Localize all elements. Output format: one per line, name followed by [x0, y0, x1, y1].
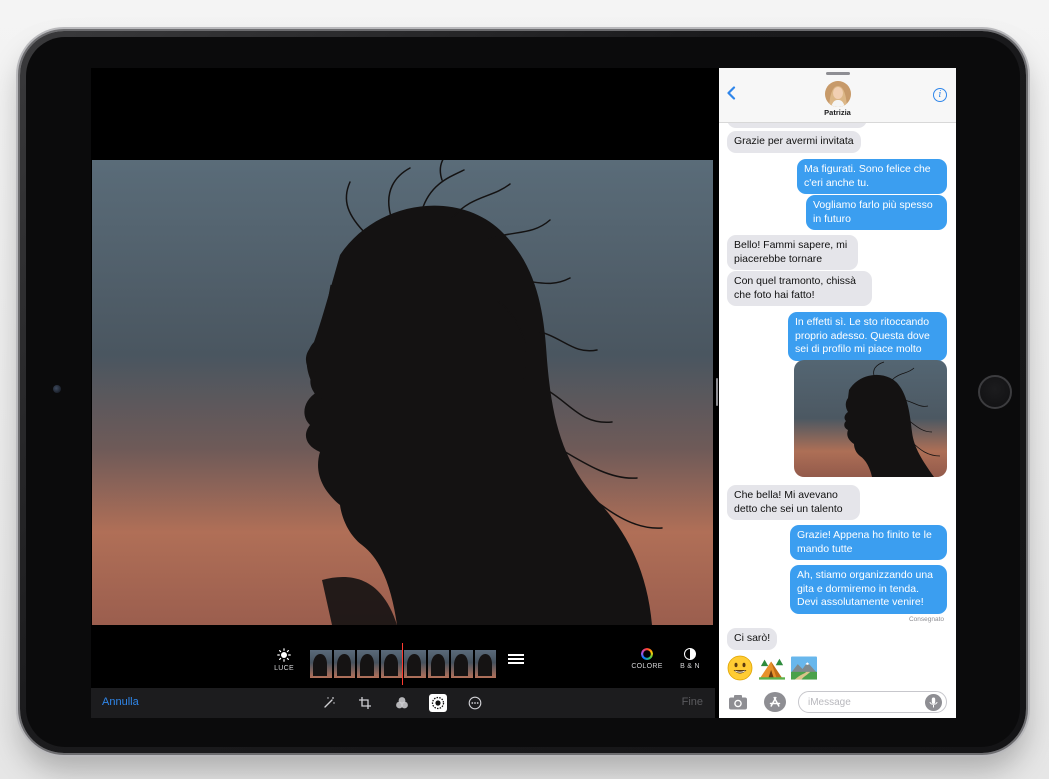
ipad-screen: LUCE COLORE B & N Annulla Fine Patrizia … [91, 68, 956, 718]
bw-label: B & N [680, 663, 700, 670]
message-bubble-received[interactable]: Grazie per avermi invitata [727, 131, 861, 153]
conversation-header: Patrizia i [719, 68, 956, 123]
message-bubble-sent[interactable]: In effetti sì. Le sto ritoccando proprio… [788, 312, 947, 361]
half-circle-icon [684, 648, 696, 660]
color-wheel-icon [641, 648, 653, 660]
filmstrip-frame [310, 650, 332, 678]
adjust-dial-icon[interactable] [429, 694, 447, 712]
back-chevron-icon[interactable] [726, 86, 736, 105]
sun-icon [269, 648, 299, 665]
camera-icon[interactable] [728, 694, 748, 710]
color-tool[interactable]: COLORE [631, 648, 663, 670]
contact-name[interactable]: Patrizia [719, 108, 956, 117]
sticker-row [727, 655, 817, 681]
message-bubble-received[interactable]: Con quel tramonto, chissà che foto hai f… [727, 271, 872, 306]
auto-enhance-wand-icon[interactable] [320, 694, 338, 712]
more-options-icon[interactable] [466, 694, 484, 712]
messages-app: Patrizia i Grazie per avermi invitata Ma… [719, 68, 956, 718]
edit-bottom-bar: Annulla Fine [91, 688, 715, 718]
grinning-face-emoji-icon[interactable] [727, 655, 753, 681]
black-white-tool[interactable]: B & N [677, 648, 703, 670]
national-park-emoji-icon[interactable] [791, 655, 817, 681]
adjust-filmstrip[interactable] [310, 650, 496, 678]
filmstrip-frame [427, 650, 449, 678]
microphone-icon[interactable] [925, 694, 942, 711]
message-bubble-received[interactable]: Che bella! Mi avevano detto che sei un t… [727, 485, 860, 520]
home-button[interactable] [978, 375, 1012, 409]
cancel-button[interactable]: Annulla [102, 696, 139, 708]
message-bubble-sent[interactable]: Grazie! Appena ho finito te le mando tut… [790, 525, 947, 560]
camping-tent-emoji-icon[interactable] [759, 655, 785, 681]
done-button[interactable]: Fine [682, 696, 703, 708]
filmstrip-frame [451, 650, 473, 678]
filmstrip-playhead[interactable] [402, 643, 403, 685]
message-bubble-received[interactable]: Ci sarò! [727, 628, 778, 650]
filters-icon[interactable] [393, 694, 411, 712]
light-tool[interactable]: LUCE [269, 648, 299, 672]
contact-avatar[interactable] [825, 81, 851, 107]
filmstrip-frame [474, 650, 496, 678]
sent-photo-attachment[interactable] [794, 360, 947, 477]
message-bubble-sent[interactable]: Vogliamo farlo più spesso in futuro [806, 195, 947, 230]
filmstrip-frame [333, 650, 355, 678]
list-icon[interactable] [508, 654, 524, 666]
photos-app: LUCE COLORE B & N Annulla Fine [91, 68, 715, 718]
divider-handle[interactable] [716, 378, 718, 406]
filmstrip-frame [357, 650, 379, 678]
message-input-bar [719, 686, 956, 718]
filmstrip-frame [380, 650, 402, 678]
filmstrip-frame [404, 650, 426, 678]
photo-canvas[interactable] [92, 160, 713, 625]
stage: LUCE COLORE B & N Annulla Fine Patrizia … [0, 0, 1049, 779]
front-camera [53, 385, 61, 393]
delivered-status: Consegnato [908, 616, 944, 623]
adjust-toolbar: LUCE COLORE B & N [91, 640, 715, 688]
color-label: COLORE [631, 663, 663, 670]
message-bubble-received[interactable]: Bello! Fammi sapere, mi piacerebbe torna… [727, 235, 858, 270]
silhouette-photo [92, 160, 713, 625]
light-label: LUCE [274, 665, 294, 672]
app-store-icon[interactable] [764, 692, 786, 712]
crop-rotate-icon[interactable] [356, 694, 374, 712]
message-bubble-sent[interactable]: Ah, stiamo organizzando una gita e dormi… [790, 565, 947, 614]
message-bubble-sent[interactable]: Ma figurati. Sono felice che c'eri anche… [797, 159, 947, 194]
slide-over-grabber[interactable] [826, 72, 850, 75]
info-icon[interactable]: i [933, 88, 947, 102]
